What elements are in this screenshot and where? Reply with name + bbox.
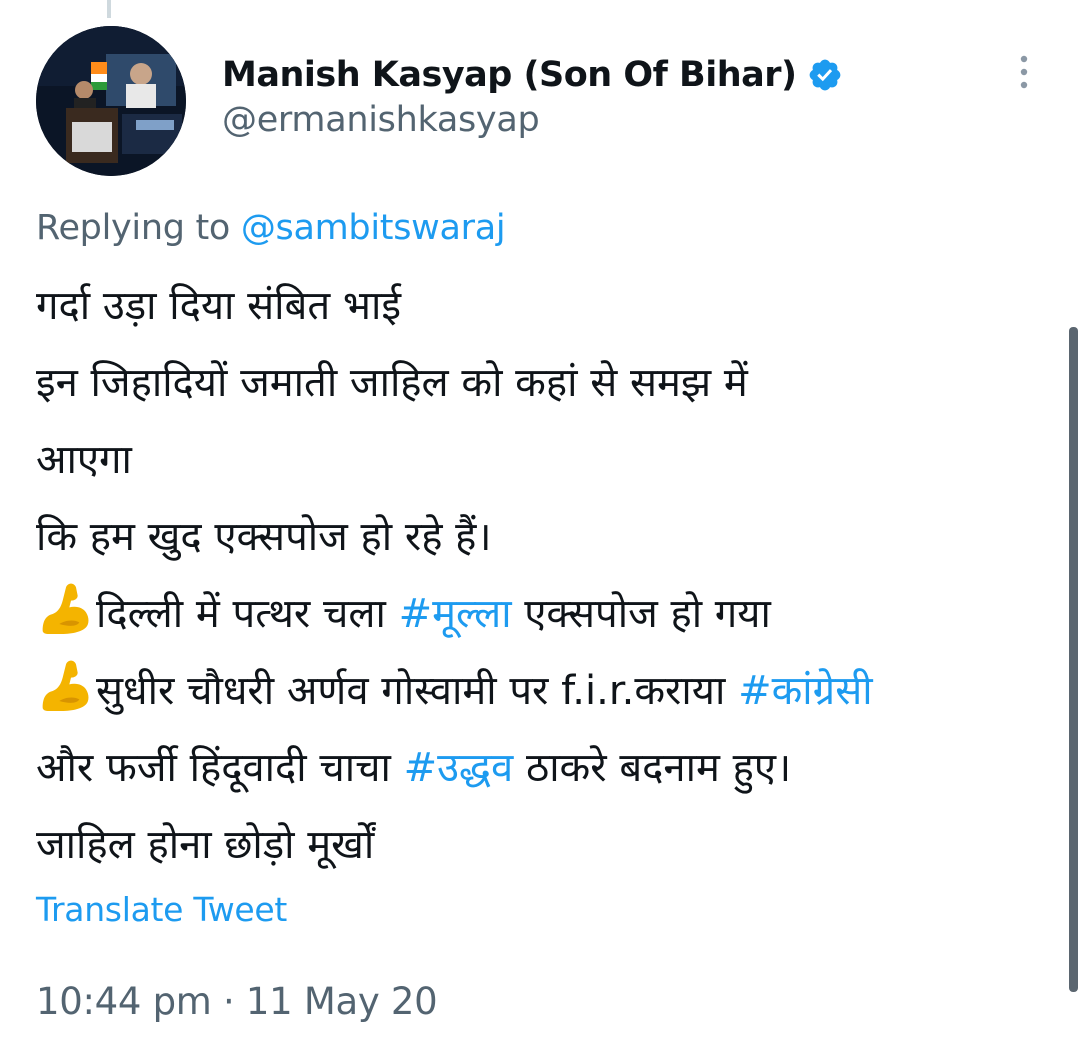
flexed-biceps-emoji-icon	[42, 660, 89, 711]
tweet-line: जाहिल होना छोड़ो मूर्खों	[36, 822, 375, 868]
reply-mention-link[interactable]: @sambitswaraj	[241, 208, 506, 248]
replying-to-label: Replying to	[36, 208, 241, 248]
translate-tweet-link[interactable]: Translate Tweet	[36, 890, 287, 929]
tweet-line: और फर्जी हिंदूवादी चाचा #उद्धव ठाकरे बदन…	[36, 730, 1056, 807]
avatar[interactable]	[36, 26, 186, 176]
verified-badge-icon	[809, 59, 840, 91]
tweet-line: इन जिहादियों जमाती जाहिल को कहां से समझ …	[36, 360, 748, 406]
flexed-biceps-emoji-icon	[42, 583, 89, 634]
hashtag-link[interactable]: #मूल्ला	[399, 591, 512, 637]
tweet-line: आएगा	[36, 437, 132, 483]
tweet-line: सुधीर चौधरी अर्णव गोस्वामी पर f.i.r.कराय…	[36, 653, 1056, 730]
hashtag-link[interactable]: #कांग्रेसी	[738, 668, 873, 714]
tweet-timestamp[interactable]: 10:44 pm · 11 May 20	[36, 980, 438, 1023]
tweet-text-segment: सुधीर चौधरी अर्णव गोस्वामी पर f.i.r.कराय…	[96, 668, 739, 714]
scrollbar-thumb[interactable]	[1069, 327, 1078, 992]
tweet-line: कि हम खुद एक्सपोज हो रहे हैं।	[36, 514, 492, 560]
author-display-name[interactable]: Manish Kasyap (Son Of Bihar)	[222, 55, 797, 95]
tweet-text-segment: दिल्ली में पत्थर चला	[96, 591, 399, 637]
tweet-text-segment: और फर्जी हिंदूवादी चाचा	[36, 745, 404, 791]
hashtag-link[interactable]: #उद्धव	[404, 745, 514, 791]
tweet-text-segment: ठाकरे बदनाम हुए।	[513, 745, 792, 791]
author-handle[interactable]: @ermanishkasyap	[222, 100, 540, 140]
tweet-line: दिल्ली में पत्थर चला #मूल्ला एक्सपोज हो …	[36, 576, 1056, 653]
replying-to-line: Replying to @sambitswaraj	[36, 208, 506, 248]
tweet-text-segment: एक्सपोज हो गया	[511, 591, 771, 637]
tweet-body: गर्दा उड़ा दिया संबित भाई इन जिहादियों ज…	[36, 268, 1056, 884]
avatar-image	[36, 26, 186, 176]
more-options-button[interactable]	[1004, 52, 1044, 92]
tweet-line: गर्दा उड़ा दिया संबित भाई	[36, 283, 401, 329]
more-vertical-icon	[1020, 55, 1028, 89]
author-name-row[interactable]: Manish Kasyap (Son Of Bihar)	[222, 50, 843, 100]
thread-connector-line	[107, 0, 111, 18]
